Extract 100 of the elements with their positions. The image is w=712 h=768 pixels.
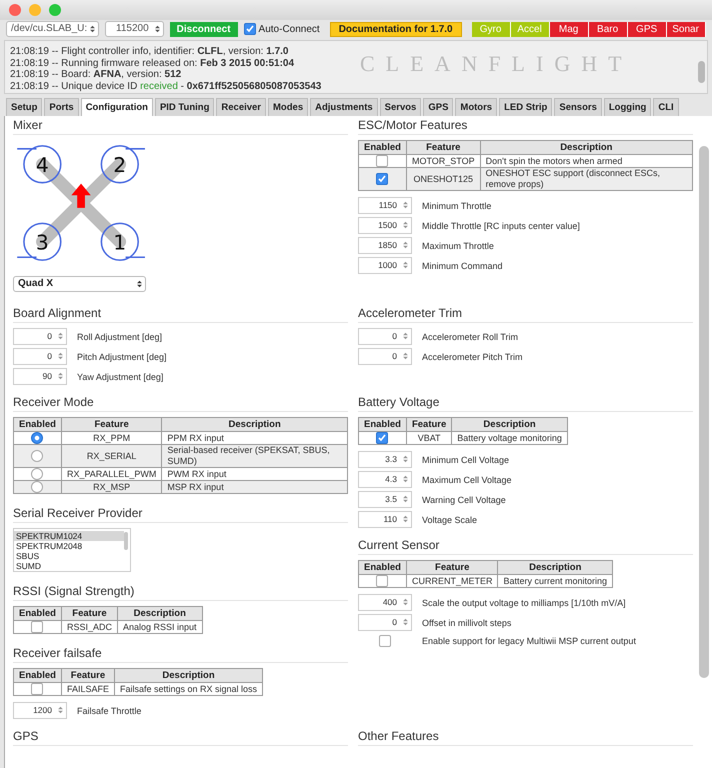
- number-input[interactable]: 90: [13, 368, 67, 385]
- feature-checkbox[interactable]: [376, 432, 388, 444]
- feature-name: MOTOR_STOP: [412, 156, 475, 166]
- field-label: Pitch Adjustment [deg]: [77, 352, 167, 362]
- section-heading: RSSI (Signal Strength): [13, 582, 348, 601]
- number-input[interactable]: 1200: [13, 702, 67, 719]
- field-label: Maximum Throttle: [422, 240, 494, 250]
- number-input[interactable]: 0: [358, 328, 412, 345]
- baud-select[interactable]: 115200: [105, 21, 164, 37]
- list-option[interactable]: SBUS: [14, 551, 124, 561]
- log-line: 21:08:19 -- Unique device ID received - 0x671ff525056805087053543: [10, 80, 322, 92]
- number-input[interactable]: 400: [358, 594, 412, 611]
- mixer-type-select[interactable]: Quad X: [13, 276, 146, 292]
- column-header: Description: [117, 606, 202, 620]
- option-checkbox[interactable]: [379, 635, 391, 647]
- zoom-button[interactable]: [49, 4, 61, 16]
- spinner-arrows-icon[interactable]: [403, 221, 408, 229]
- column-header: Enabled: [14, 668, 62, 682]
- scrollbar[interactable]: [124, 532, 128, 550]
- sensor-indicator: Gyro: [472, 22, 511, 36]
- spinner-arrows-icon[interactable]: [403, 332, 408, 340]
- spinner-arrows-icon[interactable]: [403, 352, 408, 360]
- column-header: Description: [114, 668, 263, 682]
- number-input[interactable]: 1500: [358, 217, 412, 234]
- tab[interactable]: Motors: [455, 98, 498, 116]
- scrollbar[interactable]: [699, 146, 709, 678]
- tab[interactable]: Adjustments: [310, 98, 378, 116]
- spinner-arrows-icon[interactable]: [403, 455, 408, 463]
- section-heading: GPS: [13, 727, 348, 746]
- tab[interactable]: LED Strip: [499, 98, 552, 116]
- feature-checkbox[interactable]: [376, 173, 388, 185]
- feature-checkbox[interactable]: [376, 575, 388, 587]
- tab[interactable]: Receiver: [216, 98, 266, 116]
- feature-radio[interactable]: [31, 450, 44, 462]
- feature-description: Analog RSSI input: [122, 622, 197, 632]
- field-label: Failsafe Throttle: [77, 706, 142, 716]
- column-header: Enabled: [14, 418, 62, 432]
- field-label: Accelerometer Pitch Trim: [422, 352, 523, 362]
- field-label: Minimum Throttle: [422, 200, 492, 210]
- tab[interactable]: Modes: [268, 98, 308, 116]
- spinner-arrows-icon[interactable]: [58, 352, 63, 360]
- feature-description: Battery current monitoring: [503, 576, 608, 586]
- number-input[interactable]: 4.3: [358, 471, 412, 488]
- spinner-arrows-icon[interactable]: [403, 598, 408, 606]
- tab[interactable]: Logging: [604, 98, 652, 116]
- feature-description: MSP RX input: [167, 482, 224, 492]
- provider-listbox[interactable]: SPEKTRUM1024 SPEKTRUM2048 SBUS SUMD: [13, 528, 131, 572]
- tab[interactable]: CLI: [653, 98, 679, 116]
- number-input[interactable]: 3.5: [358, 491, 412, 508]
- close-button[interactable]: [9, 4, 21, 16]
- log-line: 21:08:19 -- Board: AFNA, version: 512: [10, 69, 182, 80]
- number-input[interactable]: 0: [13, 348, 67, 365]
- tab[interactable]: PID Tuning: [154, 98, 214, 116]
- field-label: Scale the output voltage to milliamps [1/10th mV/A]: [422, 598, 626, 608]
- sensor-indicator: Accel: [510, 22, 550, 36]
- spinner-arrows-icon[interactable]: [403, 495, 408, 503]
- feature-checkbox[interactable]: [31, 683, 44, 695]
- number-input[interactable]: 1150: [358, 197, 412, 214]
- feature-radio[interactable]: [31, 432, 44, 444]
- port-select[interactable]: /dev/cu.SLAB_U:: [6, 21, 99, 37]
- list-option[interactable]: SUMD: [14, 561, 124, 571]
- number-input[interactable]: 110: [358, 511, 412, 528]
- spinner-arrows-icon[interactable]: [403, 618, 408, 626]
- spinner-arrows-icon[interactable]: [58, 372, 63, 380]
- documentation-button[interactable]: Documentation for 1.7.0: [330, 22, 462, 36]
- feature-checkbox[interactable]: [376, 155, 388, 167]
- number-input[interactable]: 0: [13, 328, 67, 345]
- spinner-arrows-icon[interactable]: [58, 706, 63, 714]
- auto-connect-checkbox[interactable]: [244, 23, 256, 35]
- feature-radio[interactable]: [31, 481, 44, 493]
- tab[interactable]: Sensors: [554, 98, 602, 116]
- feature-name: VBAT: [418, 432, 441, 442]
- stepper-arrows-icon: [137, 280, 142, 288]
- spinner-arrows-icon[interactable]: [403, 261, 408, 269]
- spinner-arrows-icon[interactable]: [403, 515, 408, 523]
- number-input[interactable]: 1850: [358, 237, 412, 254]
- number-input[interactable]: 1000: [358, 257, 412, 274]
- spinner-arrows-icon[interactable]: [58, 332, 63, 340]
- feature-checkbox[interactable]: [31, 621, 44, 633]
- log-line: 21:08:19 -- Running firmware released on: Feb 3 2015 00:51:04: [10, 58, 296, 69]
- tab[interactable]: Setup: [6, 98, 42, 116]
- number-input[interactable]: 3.3: [358, 451, 412, 468]
- number-input[interactable]: 0: [358, 614, 412, 631]
- number-input[interactable]: 0: [358, 348, 412, 365]
- tab[interactable]: Servos: [380, 98, 422, 116]
- column-header: Description: [452, 418, 568, 432]
- tab[interactable]: GPS: [423, 98, 454, 116]
- spinner-arrows-icon[interactable]: [403, 241, 408, 249]
- spinner-arrows-icon[interactable]: [403, 201, 408, 209]
- tab[interactable]: Ports: [44, 98, 79, 116]
- list-option[interactable]: SPEKTRUM1024: [14, 531, 124, 541]
- list-option[interactable]: SPEKTRUM2048: [14, 541, 124, 551]
- sensor-indicator: Sonar: [666, 22, 706, 36]
- column-header: Enabled: [358, 560, 406, 574]
- tab[interactable]: Configuration: [80, 98, 153, 116]
- spinner-arrows-icon[interactable]: [403, 475, 408, 483]
- stepper-arrows-icon: [154, 25, 160, 33]
- feature-radio[interactable]: [31, 468, 44, 480]
- field-label: Maximum Cell Voltage: [422, 474, 512, 484]
- feature-name: RSSI_ADC: [66, 622, 112, 632]
